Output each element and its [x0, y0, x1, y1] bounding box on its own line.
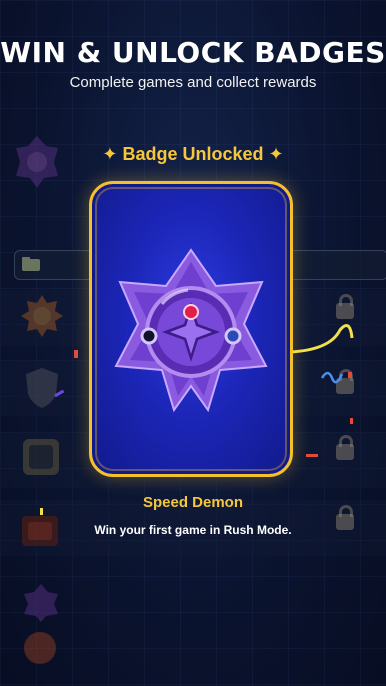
badge-card[interactable]: [89, 181, 293, 477]
badge-name: Speed Demon: [142, 494, 244, 511]
page-title: WIN & UNLOCK BADGES: [0, 36, 386, 69]
badge-description: Win your first game in Rush Mode.: [94, 523, 292, 537]
page-subtitle: Complete games and collect rewards: [69, 74, 317, 91]
purple-crystal-star-badge-icon: [114, 248, 268, 413]
badge-unlocked-title: ✦ Badge Unlocked ✦: [102, 144, 284, 164]
